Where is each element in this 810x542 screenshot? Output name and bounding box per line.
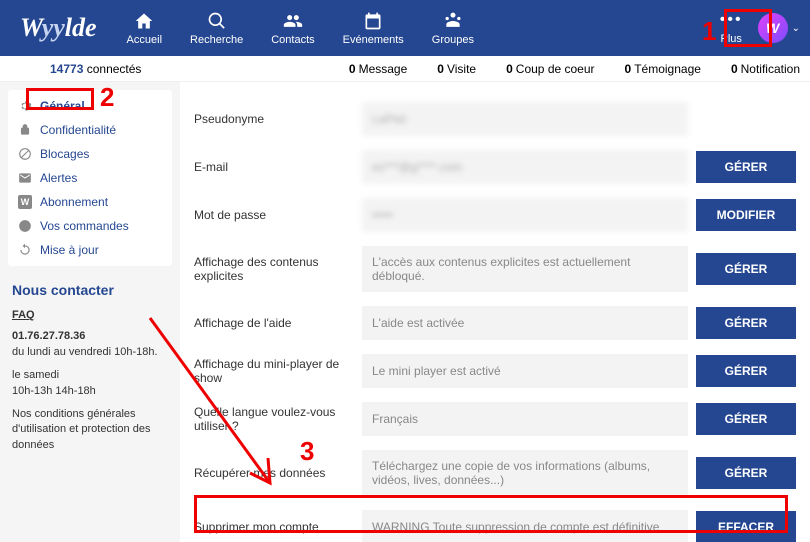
home-icon — [134, 11, 154, 31]
label-explicit: Affichage des contenus explicites — [194, 255, 354, 283]
status-temoignage[interactable]: 0Témoignage — [625, 62, 701, 76]
orders-icon — [18, 219, 32, 233]
value-help: L'aide est activée — [362, 306, 688, 340]
main-area: Général Confidentialité Blocages Alertes… — [0, 82, 810, 542]
faq-link[interactable]: FAQ — [12, 308, 172, 323]
value-recover: Téléchargez une copie de vos information… — [362, 450, 688, 496]
nav-more-label: Plus — [721, 33, 742, 45]
nav-search[interactable]: Recherche — [190, 11, 243, 46]
status-notification[interactable]: 0Notification — [731, 62, 800, 76]
btn-password-modifier[interactable]: MODIFIER — [696, 199, 796, 231]
nav-events[interactable]: Evénements — [343, 11, 404, 46]
chevron-down-icon: ⌄ — [792, 23, 800, 34]
sidebar-item-label: Général — [40, 99, 85, 113]
status-bar: 14773 connectés 0Message 0Visite 0Coup d… — [0, 56, 810, 82]
label-miniplayer: Affichage du mini-player de show — [194, 357, 354, 385]
label-help: Affichage de l'aide — [194, 316, 354, 330]
label-password: Mot de passe — [194, 208, 354, 222]
row-explicit: Affichage des contenus explicites L'accè… — [194, 246, 796, 292]
sidebar: Général Confidentialité Blocages Alertes… — [0, 82, 180, 542]
btn-email-gerer[interactable]: GÉRER — [696, 151, 796, 183]
label-delete: Supprimer mon compte — [194, 520, 354, 534]
row-email: E-mail ex***@g****.com GÉRER — [194, 150, 796, 184]
nav-more[interactable]: ••• Plus — [720, 11, 743, 45]
btn-delete-effacer[interactable]: EFFACER — [696, 511, 796, 542]
btn-miniplayer-gerer[interactable]: GÉRER — [696, 355, 796, 387]
value-delete: WARNING Toute suppression de compte est … — [362, 510, 688, 542]
subscription-icon: W — [18, 195, 32, 209]
sidebar-item-label: Blocages — [40, 147, 89, 161]
top-header: Wyylde Accueil Recherche Contacts Evénem… — [0, 0, 810, 56]
row-language: Quelle langue voulez-vous utiliser ? Fra… — [194, 402, 796, 436]
btn-recover-gerer[interactable]: GÉRER — [696, 457, 796, 489]
row-delete: Supprimer mon compte WARNING Toute suppr… — [194, 510, 796, 542]
btn-language-gerer[interactable]: GÉRER — [696, 403, 796, 435]
groups-icon — [443, 11, 463, 31]
connected-count: 14773 connectés — [50, 62, 141, 76]
sidebar-item-alertes[interactable]: Alertes — [8, 166, 172, 190]
sidebar-item-label: Alertes — [40, 171, 77, 185]
label-email: E-mail — [194, 160, 354, 174]
row-recover: Récupérer mes données Téléchargez une co… — [194, 450, 796, 496]
terms-link[interactable]: Nos conditions générales d'utilisation e… — [12, 407, 172, 453]
calendar-icon — [363, 11, 383, 31]
value-explicit: L'accès aux contenus explicites est actu… — [362, 246, 688, 292]
contact-phone: 01.76.27.78.36 — [12, 330, 85, 342]
gear-icon — [18, 99, 32, 113]
row-help: Affichage de l'aide L'aide est activée G… — [194, 306, 796, 340]
nav-groups-label: Groupes — [432, 34, 474, 46]
sidebar-item-label: Vos commandes — [40, 219, 129, 233]
label-pseudo: Pseudonyme — [194, 112, 354, 126]
value-password: ••••• — [362, 198, 688, 232]
nav-groups[interactable]: Groupes — [432, 11, 474, 46]
row-miniplayer: Affichage du mini-player de show Le mini… — [194, 354, 796, 388]
nav-contacts[interactable]: Contacts — [271, 11, 314, 46]
contact-weekdays: du lundi au vendredi 10h-18h. — [12, 346, 158, 358]
status-message[interactable]: 0Message — [349, 62, 407, 76]
status-visite[interactable]: 0Visite — [437, 62, 476, 76]
sidebar-item-blocages[interactable]: Blocages — [8, 142, 172, 166]
brand-logo[interactable]: Wyylde — [20, 13, 97, 43]
sidebar-item-general[interactable]: Général — [8, 94, 172, 118]
value-pseudo: LaPiet — [362, 102, 688, 136]
nav-home-label: Accueil — [127, 34, 162, 46]
contact-sat-hours: 10h-13h 14h-18h — [12, 385, 96, 397]
settings-menu: Général Confidentialité Blocages Alertes… — [8, 90, 172, 266]
user-menu[interactable]: W ⌄ — [758, 13, 800, 43]
refresh-icon — [18, 243, 32, 257]
sidebar-item-commandes[interactable]: Vos commandes — [8, 214, 172, 238]
nav-events-label: Evénements — [343, 34, 404, 46]
settings-form: Pseudonyme LaPiet E-mail ex***@g****.com… — [180, 82, 810, 542]
search-icon — [207, 11, 227, 31]
privacy-icon — [18, 123, 32, 137]
btn-explicit-gerer[interactable]: GÉRER — [696, 253, 796, 285]
more-dots-icon: ••• — [720, 11, 743, 29]
contact-block: FAQ 01.76.27.78.36 du lundi au vendredi 1… — [8, 308, 172, 453]
contact-sat-label: le samedi — [12, 369, 59, 381]
sidebar-item-label: Confidentialité — [40, 123, 116, 137]
sidebar-item-abonnement[interactable]: W Abonnement — [8, 190, 172, 214]
sidebar-item-maj[interactable]: Mise à jour — [8, 238, 172, 262]
status-coup[interactable]: 0Coup de coeur — [506, 62, 594, 76]
label-recover: Récupérer mes données — [194, 466, 354, 480]
block-icon — [18, 147, 32, 161]
user-avatar: W — [758, 13, 788, 43]
sidebar-item-label: Abonnement — [40, 195, 108, 209]
alert-icon — [18, 171, 32, 185]
sidebar-item-label: Mise à jour — [40, 243, 99, 257]
contact-title: Nous contacter — [8, 282, 172, 298]
value-miniplayer: Le mini player est activé — [362, 354, 688, 388]
contacts-icon — [283, 11, 303, 31]
value-email: ex***@g****.com — [362, 150, 688, 184]
row-password: Mot de passe ••••• MODIFIER — [194, 198, 796, 232]
nav-search-label: Recherche — [190, 34, 243, 46]
main-nav: Accueil Recherche Contacts Evénements Gr… — [127, 11, 474, 46]
btn-help-gerer[interactable]: GÉRER — [696, 307, 796, 339]
nav-contacts-label: Contacts — [271, 34, 314, 46]
sidebar-item-confidentialite[interactable]: Confidentialité — [8, 118, 172, 142]
value-language: Français — [362, 402, 688, 436]
label-language: Quelle langue voulez-vous utiliser ? — [194, 405, 354, 433]
nav-home[interactable]: Accueil — [127, 11, 162, 46]
row-pseudo: Pseudonyme LaPiet — [194, 102, 796, 136]
